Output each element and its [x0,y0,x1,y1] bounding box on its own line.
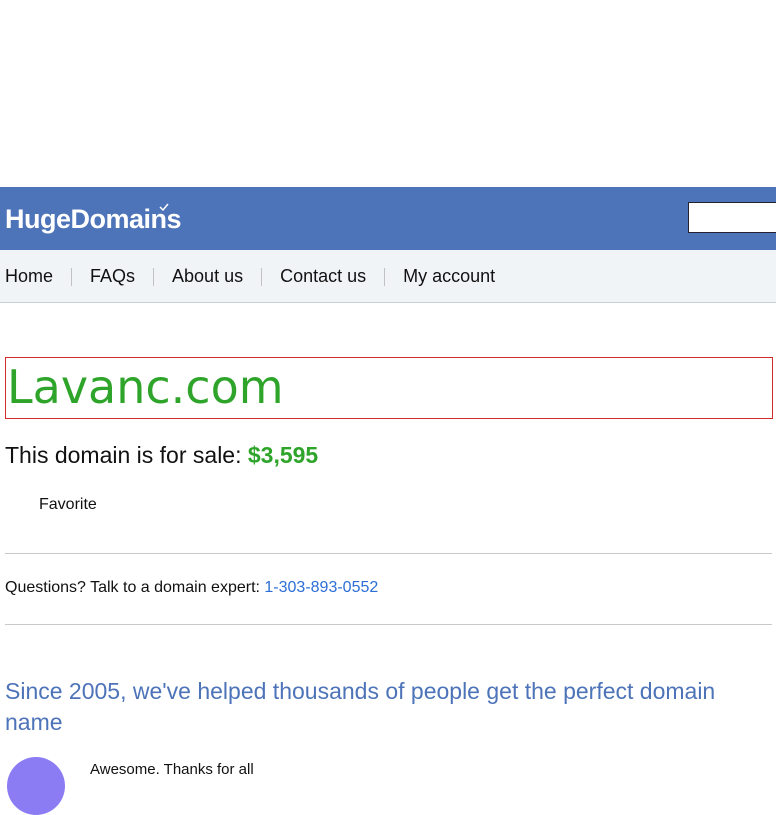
nav-faqs-link[interactable]: FAQs [90,266,135,287]
domain-name-heading: Lavanc.com [7,360,284,414]
sale-line: This domain is for sale: $3,595 [5,440,318,470]
nav-separator [71,268,73,286]
nav-home-link[interactable]: Home [5,266,53,287]
nav-separator [261,268,263,286]
questions-line: Questions? Talk to a domain expert: 1-30… [5,578,378,598]
favorite-button[interactable]: Favorite [39,496,97,514]
testimonial-text: Awesome. Thanks for all [90,761,254,778]
hugedomains-logo[interactable]: HugeDomains [5,204,182,234]
divider [5,624,772,625]
nav-separator [384,268,386,286]
search-input[interactable] [688,202,776,233]
sale-text: This domain is for sale: [5,442,248,468]
site-header: HugeDomains [0,187,776,250]
reviewer-avatar [7,757,65,815]
logo-checkmark-icon [159,203,169,211]
tagline-heading: Since 2005, we've helped thousands of pe… [5,678,716,735]
phone-link[interactable]: 1-303-893-0552 [264,579,378,596]
domain-name-highlight: Lavanc.com [5,357,773,419]
nav-separator [153,268,155,286]
questions-text: Questions? Talk to a domain expert: [5,579,265,596]
nav-about-link[interactable]: About us [172,266,243,287]
nav-contact-link[interactable]: Contact us [280,266,366,287]
divider [5,553,772,554]
main-nav: Home FAQs About us Contact us My account [0,250,776,303]
price: $3,595 [247,442,319,468]
nav-account-link[interactable]: My account [403,266,495,287]
